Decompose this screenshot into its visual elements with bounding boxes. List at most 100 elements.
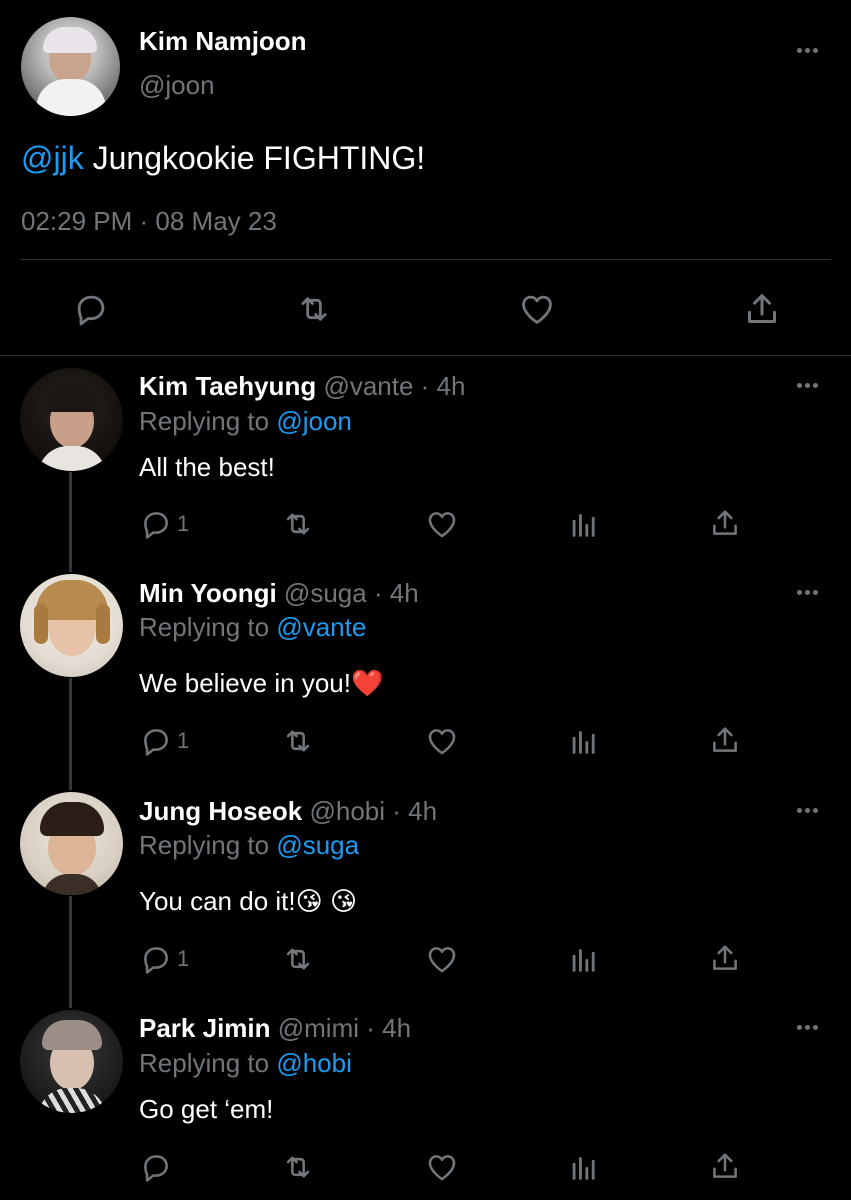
like-icon: [428, 947, 456, 973]
reply-header: Kim Taehyung @vante · 4h: [139, 371, 465, 402]
reply-count: 1: [177, 728, 190, 753]
share-button[interactable]: [708, 941, 742, 975]
like-icon: [428, 729, 456, 755]
analytics-icon: [572, 949, 595, 972]
more-icon[interactable]: [792, 582, 822, 602]
mention-link[interactable]: @jjk: [21, 140, 84, 176]
divider: [0, 355, 851, 356]
replying-label: Replying to: [139, 1048, 277, 1078]
author-name[interactable]: Kim Namjoon: [139, 26, 307, 57]
more-icon[interactable]: [792, 800, 822, 820]
replying-label: Replying to: [139, 830, 277, 860]
replying-handle[interactable]: @joon: [276, 406, 352, 436]
retweet-icon: [286, 730, 310, 752]
retweet-icon: [286, 948, 310, 970]
retweet-icon: [286, 1156, 310, 1178]
analytics-icon: [572, 1157, 595, 1180]
author-meta[interactable]: @suga · 4h: [284, 578, 419, 608]
share-button[interactable]: [742, 289, 782, 329]
share-icon: [713, 510, 737, 535]
thread-line: [69, 678, 72, 790]
avatar[interactable]: [20, 1010, 123, 1113]
like-button[interactable]: [425, 942, 459, 976]
author-name[interactable]: Min Yoongi: [139, 578, 277, 608]
author-meta[interactable]: @vante · 4h: [323, 371, 465, 401]
author-handle[interactable]: @joon: [139, 70, 215, 101]
more-icon[interactable]: [792, 1017, 822, 1037]
author-name[interactable]: Jung Hoseok: [139, 796, 302, 826]
avatar[interactable]: [20, 792, 123, 895]
more-icon[interactable]: [792, 40, 822, 60]
divider: [21, 259, 831, 260]
reply-text: Go get ‘em!: [139, 1094, 274, 1124]
author-meta[interactable]: @hobi · 4h: [309, 796, 437, 826]
analytics-button[interactable]: [567, 942, 601, 976]
replying-to: Replying to @suga: [139, 830, 359, 861]
tweet-text: @jjk Jungkookie FIGHTING!: [21, 140, 425, 177]
share-button[interactable]: [708, 506, 742, 540]
thread-line: [69, 896, 72, 1008]
analytics-button[interactable]: [567, 507, 601, 541]
share-icon: [748, 294, 776, 323]
thread-line: [69, 472, 72, 572]
reply-button[interactable]: 1: [139, 942, 189, 976]
retweet-icon: [286, 513, 310, 535]
like-icon: [428, 512, 456, 538]
author-meta[interactable]: @mimi · 4h: [278, 1013, 411, 1043]
reply-button[interactable]: 1: [139, 724, 189, 758]
author-name[interactable]: Kim Taehyung: [139, 371, 316, 401]
reply-count: 1: [177, 946, 190, 971]
like-icon: [522, 295, 552, 324]
reply-text: We believe in you!❤️: [139, 668, 384, 698]
reply-button[interactable]: [72, 290, 110, 328]
avatar[interactable]: [20, 368, 123, 471]
reply-text: You can do it!😘 😘: [139, 886, 358, 916]
replying-to: Replying to @joon: [139, 406, 352, 437]
analytics-button[interactable]: [567, 724, 601, 758]
like-button[interactable]: [518, 290, 556, 328]
analytics-icon: [572, 514, 595, 537]
like-button[interactable]: [425, 507, 459, 541]
retweet-icon: [301, 297, 327, 321]
retweet-button[interactable]: [280, 724, 316, 758]
replying-to: Replying to @vante: [139, 612, 366, 643]
reply-button[interactable]: 1: [139, 507, 189, 541]
reply-icon: [144, 1155, 168, 1182]
like-button[interactable]: [425, 1150, 459, 1184]
replying-handle[interactable]: @suga: [276, 830, 359, 860]
timestamp[interactable]: 02:29 PM · 08 May 23: [21, 206, 277, 237]
avatar[interactable]: [21, 17, 120, 116]
reply-header: Jung Hoseok @hobi · 4h: [139, 796, 437, 827]
replying-handle[interactable]: @hobi: [276, 1048, 352, 1078]
analytics-button[interactable]: [567, 1150, 601, 1184]
author-name[interactable]: Park Jimin: [139, 1013, 271, 1043]
reply-count: 1: [177, 511, 190, 536]
reply-text: All the best!: [139, 452, 275, 482]
reply-icon: [77, 295, 105, 326]
avatar[interactable]: [20, 574, 123, 677]
reply-header: Min Yoongi @suga · 4h: [139, 578, 419, 609]
reply-icon: [144, 729, 168, 756]
retweet-button[interactable]: [280, 507, 316, 541]
replying-label: Replying to: [139, 406, 277, 436]
more-icon[interactable]: [792, 375, 822, 395]
replying-handle[interactable]: @vante: [276, 612, 366, 642]
like-button[interactable]: [425, 724, 459, 758]
retweet-button[interactable]: [280, 942, 316, 976]
retweet-button[interactable]: [280, 1150, 316, 1184]
share-icon: [713, 1153, 737, 1178]
share-icon: [713, 727, 737, 752]
replying-label: Replying to: [139, 612, 277, 642]
replying-to: Replying to @hobi: [139, 1048, 352, 1079]
share-button[interactable]: [708, 1149, 742, 1183]
reply-icon: [144, 947, 168, 974]
share-icon: [713, 945, 737, 970]
reply-icon: [144, 512, 168, 539]
like-icon: [428, 1155, 456, 1181]
analytics-icon: [572, 731, 595, 754]
reply-button[interactable]: [139, 1150, 173, 1184]
share-button[interactable]: [708, 723, 742, 757]
retweet-button[interactable]: [294, 290, 334, 328]
reply-header: Park Jimin @mimi · 4h: [139, 1013, 411, 1044]
tweet-body: Jungkookie FIGHTING!: [83, 140, 426, 176]
